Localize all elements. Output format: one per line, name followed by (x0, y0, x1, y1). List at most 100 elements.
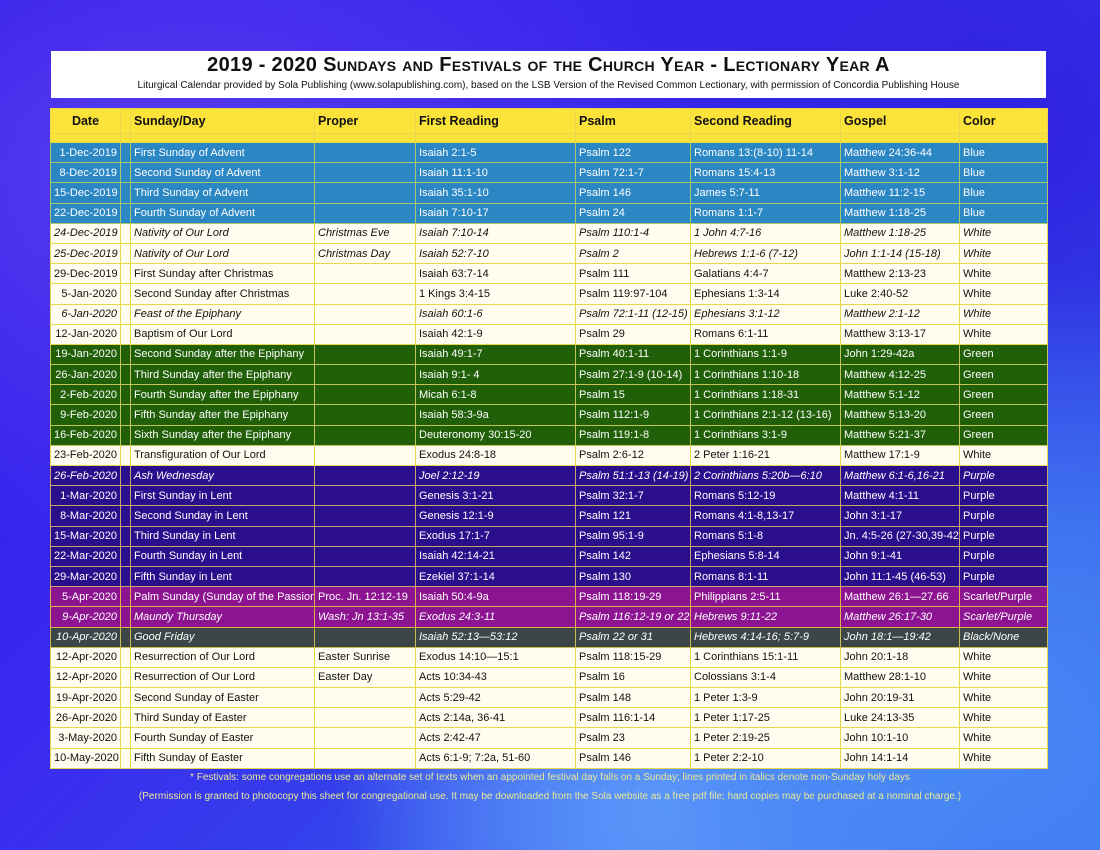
table-row: 26-Feb-2020 Ash Wednesday Joel 2:12-19 Psal… (50, 464, 1048, 487)
cell-first-reading: Isaiah 58:3-9a (415, 404, 576, 426)
cell-psalm: Psalm 2 (575, 242, 691, 265)
cell-second-reading: Romans 15:4-13 (690, 162, 841, 184)
cell-sunday-day: Nativity of Our Lord (130, 242, 315, 265)
cell-sunday-day: Transfiguration of Our Lord (130, 444, 315, 467)
table-row: 1-Dec-2019 First Sunday of Advent Isaiah 2… (50, 141, 1048, 164)
cell-gap (120, 404, 131, 426)
cell-psalm: Psalm 146 (575, 747, 691, 769)
cell-gap (120, 343, 131, 366)
cell-color: Purple (959, 505, 1048, 527)
cell-proper (314, 182, 416, 204)
table-row: 12-Jan-2020 Baptism of Our Lord Isaiah 42:… (50, 323, 1048, 345)
cell-first-reading: Exodus 14:10—15:1 (415, 646, 576, 668)
cell-proper (314, 525, 416, 547)
cell-sunday-day: Fifth Sunday of Easter (130, 747, 315, 769)
cell-second-reading: Ephesians 1:3-14 (690, 283, 841, 305)
cell-sunday-day: First Sunday after Christmas (130, 263, 315, 285)
cell-first-reading: 1 Kings 3:4-15 (415, 283, 576, 305)
cell-proper: Christmas Day (314, 242, 416, 265)
cell-gospel: Matthew 5:21-37 (840, 424, 960, 446)
cell-gap (120, 242, 131, 265)
cell-gospel: Matthew 1:18-25 (840, 202, 960, 224)
cell-date: 23-Feb-2020 (50, 444, 121, 467)
cell-sunday-day: Fourth Sunday of Advent (130, 202, 315, 224)
cell-color: Blue (959, 141, 1048, 164)
cell-sunday-day: First Sunday of Advent (130, 141, 315, 164)
table-row: 2-Feb-2020 Fourth Sunday after the Epipha… (50, 384, 1048, 406)
cell-date: 15-Mar-2020 (50, 525, 121, 547)
cell-color: White (959, 444, 1048, 467)
cell-color: Blue (959, 162, 1048, 184)
cell-sunday-day: Ash Wednesday (130, 464, 315, 487)
cell-gap (120, 505, 131, 527)
cell-gospel: Luke 2:40-52 (840, 283, 960, 305)
cell-first-reading: Acts 10:34-43 (415, 666, 576, 689)
cell-first-reading: Isaiah 52:7-10 (415, 242, 576, 265)
cell-proper (314, 404, 416, 426)
cell-sunday-day: Baptism of Our Lord (130, 323, 315, 345)
cell-proper (314, 162, 416, 184)
cell-second-reading: 1 John 4:7-16 (690, 222, 841, 244)
lectionary-table: Date Sunday/Day Proper First Reading Psa… (50, 108, 1048, 769)
table-row: 23-Feb-2020 Transfiguration of Our Lord Ex… (50, 444, 1048, 467)
cell-date: 15-Dec-2019 (50, 182, 121, 204)
cell-gap (120, 727, 131, 749)
page-title: 2019 - 2020 Sundays and Festivals of the… (207, 54, 890, 76)
cell-date: 9-Apr-2020 (50, 606, 121, 628)
cell-proper (314, 343, 416, 366)
cell-first-reading: Acts 2:14a, 36-41 (415, 707, 576, 729)
cell-gospel: John 3:1-17 (840, 505, 960, 527)
cell-gap (120, 444, 131, 467)
cell-color: Purple (959, 525, 1048, 547)
cell-first-reading: Micah 6:1-8 (415, 384, 576, 406)
cell-date: 12-Jan-2020 (50, 323, 121, 345)
table-row: 15-Mar-2020 Third Sunday in Lent Exodus 17… (50, 525, 1048, 547)
cell-sunday-day: Fourth Sunday in Lent (130, 545, 315, 567)
cell-sunday-day: Fourth Sunday of Easter (130, 727, 315, 749)
table-row: 29-Dec-2019 First Sunday after Christmas I… (50, 263, 1048, 285)
cell-second-reading: Galatians 4:4-7 (690, 263, 841, 285)
cell-second-reading: Romans 1:1-7 (690, 202, 841, 224)
cell-first-reading: Isaiah 50:4-9a (415, 586, 576, 608)
cell-sunday-day: Third Sunday after the Epiphany (130, 364, 315, 386)
cell-color: White (959, 263, 1048, 285)
cell-gap (120, 141, 131, 164)
cell-sunday-day: Maundy Thursday (130, 606, 315, 628)
cell-gap (120, 545, 131, 567)
cell-sunday-day: Feast of the Epiphany (130, 303, 315, 325)
column-header-sunday-day: Sunday/Day (130, 108, 315, 134)
cell-date: 26-Apr-2020 (50, 707, 121, 729)
cell-gospel: Matthew 4:1-11 (840, 485, 960, 507)
table-row: 10-May-2020 Fifth Sunday of Easter Acts 6:… (50, 747, 1048, 769)
cell-date: 19-Apr-2020 (50, 687, 121, 709)
cell-color: Green (959, 364, 1048, 386)
cell-color: Blue (959, 182, 1048, 204)
cell-sunday-day: Resurrection of Our Lord (130, 666, 315, 689)
cell-first-reading: Acts 5:29-42 (415, 687, 576, 709)
cell-gospel: Matthew 1:18-25 (840, 222, 960, 244)
title-box: 2019 - 2020 Sundays and Festivals of the… (51, 51, 1046, 98)
cell-gospel: Matthew 3:1-12 (840, 162, 960, 184)
cell-gospel: Matthew 5:1-12 (840, 384, 960, 406)
cell-psalm: Psalm 118:19-29 (575, 586, 691, 608)
cell-sunday-day: Second Sunday of Easter (130, 687, 315, 709)
cell-first-reading: Isaiah 63:7-14 (415, 263, 576, 285)
cell-date: 24-Dec-2019 (50, 222, 121, 244)
cell-date: 9-Feb-2020 (50, 404, 121, 426)
cell-proper: Proc. Jn. 12:12-19 (314, 586, 416, 608)
cell-first-reading: Deuteronomy 30:15-20 (415, 424, 576, 446)
cell-date: 2-Feb-2020 (50, 384, 121, 406)
cell-sunday-day: Second Sunday of Advent (130, 162, 315, 184)
cell-date: 26-Feb-2020 (50, 464, 121, 487)
cell-date: 8-Mar-2020 (50, 505, 121, 527)
cell-second-reading: Philippians 2:5-11 (690, 586, 841, 608)
cell-second-reading: Romans 8:1-11 (690, 565, 841, 588)
cell-color: Scarlet/Purple (959, 586, 1048, 608)
cell-proper: Easter Day (314, 666, 416, 689)
cell-first-reading: Isaiah 52:13—53:12 (415, 626, 576, 648)
column-header-date: Date (50, 108, 121, 134)
cell-proper: Easter Sunrise (314, 646, 416, 668)
header-spacer-row (50, 133, 1048, 143)
cell-proper (314, 384, 416, 406)
cell-gospel: Matthew 2:1-12 (840, 303, 960, 325)
